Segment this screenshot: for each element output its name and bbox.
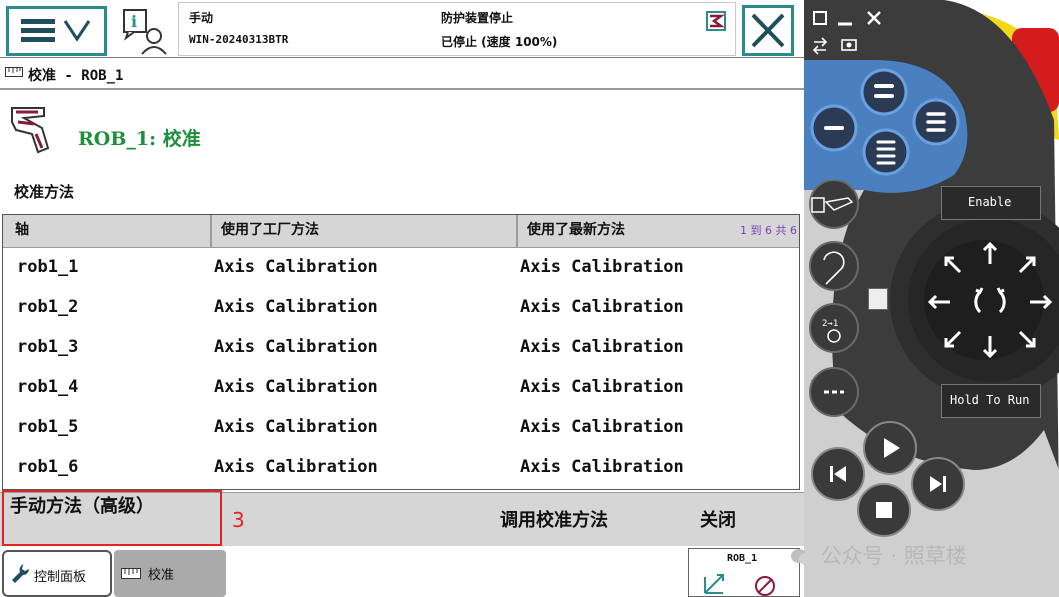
- status-bar[interactable]: 手动 WIN-20240313BTR 防护装置停止 已停止 (速度 100%): [178, 2, 736, 56]
- window-controls: [812, 11, 881, 55]
- page-title: ROB_1: 校准: [78, 128, 201, 150]
- controller-state: 防护装置停止: [441, 11, 514, 25]
- robot-status-icon: [706, 11, 726, 31]
- factory-method-cell: Axis Calibration: [214, 417, 378, 437]
- factory-method-cell: Axis Calibration: [214, 457, 378, 477]
- svg-text:i: i: [131, 12, 137, 31]
- wrench-icon: [12, 564, 29, 583]
- column-axis[interactable]: 轴: [15, 219, 29, 239]
- factory-method-cell: Axis Calibration: [214, 257, 378, 277]
- close-button[interactable]: 关闭: [650, 492, 804, 546]
- svg-text:2→1: 2→1: [822, 319, 838, 329]
- column-latest-method[interactable]: 使用了最新方法: [527, 219, 625, 239]
- column-factory-method[interactable]: 使用了工厂方法: [221, 219, 319, 239]
- call-calibration-method-button[interactable]: 调用校准方法: [470, 492, 650, 546]
- jog-mode-keys[interactable]: 2→1: [804, 180, 874, 430]
- page-count: 1 到 6 共 6: [740, 224, 797, 237]
- task-control-panel[interactable]: 控制面板: [2, 550, 112, 597]
- calibration-robot-icon: [11, 107, 50, 154]
- jog-coordinate-icon: [704, 574, 775, 596]
- task-calibration[interactable]: 校准: [114, 550, 226, 597]
- enable-device[interactable]: Enable: [941, 186, 1041, 220]
- breadcrumb: 校准 - ROB_1: [0, 60, 804, 90]
- hamburger-icon: [21, 19, 91, 42]
- program-speed: 已停止 (速度 100%): [441, 35, 558, 49]
- section-title: 校准方法: [14, 183, 75, 201]
- axis-cell: rob1_2: [17, 297, 79, 317]
- factory-method-cell: Axis Calibration: [214, 297, 378, 317]
- quickset-unit-label: ROB_1: [727, 553, 758, 564]
- latest-method-cell: Axis Calibration: [520, 297, 684, 317]
- watermark: 公众号 · 照草楼: [790, 540, 967, 570]
- enable-label: Enable: [968, 195, 1012, 209]
- latest-method-cell: Axis Calibration: [520, 457, 684, 477]
- joystick-arrows[interactable]: [924, 236, 1059, 366]
- ruler-icon: [121, 568, 141, 579]
- close-icon: [751, 13, 785, 48]
- manual-method-advanced-button[interactable]: 手动方法（高级）: [2, 490, 222, 546]
- table-row[interactable]: rob1_1 Axis Calibration Axis Calibration: [3, 248, 799, 288]
- manual-method-label: 手动方法（高级）: [10, 496, 154, 517]
- close-window-button[interactable]: [742, 5, 794, 56]
- event-log-button[interactable]: i: [118, 6, 172, 56]
- table-row[interactable]: rob1_2 Axis Calibration Axis Calibration: [3, 288, 799, 328]
- quickset-button[interactable]: ROB_1: [688, 548, 800, 597]
- table-row[interactable]: rob1_3 Axis Calibration Axis Calibration: [3, 328, 799, 368]
- task-calibration-label: 校准: [148, 568, 175, 583]
- hold-to-run-label: Hold To Run: [950, 393, 1030, 407]
- calibration-method-table: 轴 使用了工厂方法 使用了最新方法 1 到 6 共 6 rob1_1 Axis …: [2, 214, 800, 490]
- latest-method-cell: Axis Calibration: [520, 417, 684, 437]
- latest-method-cell: Axis Calibration: [520, 377, 684, 397]
- axis-cell: rob1_6: [17, 457, 79, 477]
- close-label: 关闭: [700, 510, 736, 531]
- pendant-hardware: 2→1 Enable Hold To Run: [804, 0, 1059, 597]
- factory-method-cell: Axis Calibration: [214, 337, 378, 357]
- table-header: 轴 使用了工厂方法 使用了最新方法 1 到 6 共 6: [3, 215, 799, 248]
- watermark-text: 公众号 · 照草楼: [820, 544, 967, 568]
- column-divider: [210, 215, 212, 247]
- table-row[interactable]: rob1_5 Axis Calibration Axis Calibration: [3, 408, 799, 448]
- operating-mode: 手动: [189, 11, 214, 25]
- main-menu-button[interactable]: [6, 6, 107, 56]
- column-divider: [516, 215, 518, 247]
- latest-method-cell: Axis Calibration: [520, 337, 684, 357]
- ruler-icon: [5, 67, 23, 77]
- annotation-number: 3: [232, 508, 245, 532]
- axis-cell: rob1_4: [17, 377, 79, 397]
- call-calibration-label: 调用校准方法: [500, 510, 608, 531]
- latest-method-cell: Axis Calibration: [520, 257, 684, 277]
- table-row[interactable]: rob1_6 Axis Calibration Axis Calibration: [3, 448, 799, 488]
- preset-keys[interactable]: [804, 52, 974, 182]
- factory-method-cell: Axis Calibration: [214, 377, 378, 397]
- controller-name: WIN-20240313BTR: [189, 33, 289, 46]
- info-user-icon: i: [123, 9, 167, 55]
- axis-cell: rob1_1: [17, 257, 79, 277]
- breadcrumb-label: 校准 - ROB_1: [28, 68, 124, 84]
- flexpendant-screen: i 手动 WIN-20240313BTR 防护装置停止 已停止 (速度 100%…: [0, 0, 804, 597]
- screen-toggle-icon[interactable]: [868, 288, 888, 310]
- program-run-keys[interactable]: [804, 412, 974, 552]
- table-row[interactable]: rob1_4 Axis Calibration Axis Calibration: [3, 368, 799, 408]
- wechat-icon: [791, 549, 813, 565]
- task-control-panel-label: 控制面板: [34, 570, 87, 585]
- axis-cell: rob1_5: [17, 417, 79, 437]
- axis-cell: rob1_3: [17, 337, 79, 357]
- header-divider: [0, 57, 804, 58]
